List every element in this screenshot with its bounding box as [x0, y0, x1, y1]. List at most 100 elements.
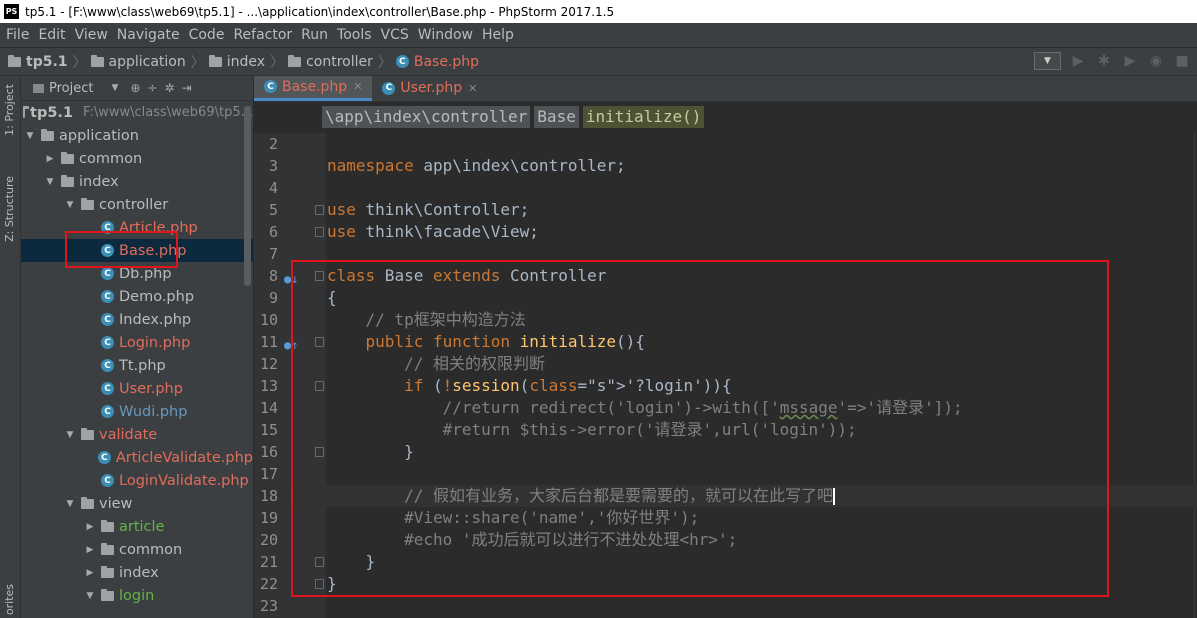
tree-folder[interactable]: ▼ application	[21, 124, 253, 147]
code-line[interactable]: 3 namespace app\index\controller;	[254, 155, 1197, 177]
chevron-right-icon[interactable]: ▶	[45, 154, 55, 164]
close-icon[interactable]: ✕	[468, 82, 477, 95]
chevron-down-icon[interactable]: ▼	[65, 200, 75, 210]
php-class-icon: C	[101, 313, 114, 326]
sync-icon[interactable]: ⊕	[130, 81, 140, 95]
tree-folder[interactable]: ▼ index	[21, 170, 253, 193]
breadcrumb-class[interactable]: Base	[534, 106, 579, 128]
nav-crumb-base-php[interactable]: C Base.php	[395, 54, 479, 70]
line-number: 7	[268, 245, 278, 263]
chevron-down-icon[interactable]: ▼	[45, 177, 55, 187]
chevron-down-icon[interactable]: ▼	[65, 430, 75, 440]
breadcrumb-method[interactable]: initialize()	[582, 106, 705, 128]
tree-file[interactable]: C LoginValidate.php	[21, 469, 253, 492]
hide-icon[interactable]: ⇥	[182, 81, 192, 95]
fold-marker-icon[interactable]	[315, 205, 324, 215]
tree-folder[interactable]: ▼ validate	[21, 423, 253, 446]
highlight-box	[65, 231, 178, 268]
tree-item-label: validate	[99, 426, 158, 443]
tree-item-label: login	[119, 587, 155, 604]
tab-base-php[interactable]: C Base.php ✕	[254, 76, 373, 101]
tree-folder[interactable]: ▼ view	[21, 492, 253, 515]
chevron-down-icon[interactable]: ▼	[65, 499, 75, 509]
project-panel-header: Project ▼ ⊕ ÷ ✲ ⇥	[21, 76, 253, 101]
menu-view[interactable]: View	[71, 23, 112, 47]
favorites-tool-tab[interactable]: orites	[3, 584, 16, 615]
coverage-icon[interactable]: ▶	[1121, 53, 1139, 69]
tree-folder[interactable]: ▼ login	[21, 584, 253, 607]
project-view-selector[interactable]: Project	[49, 81, 93, 96]
code-line[interactable]: 23	[254, 595, 1197, 617]
tree-folder[interactable]: ▶ index	[21, 561, 253, 584]
folder-icon	[101, 588, 114, 601]
nav-crumb-controller[interactable]: controller 〉	[288, 52, 392, 72]
menu-navigate[interactable]: Navigate	[113, 23, 184, 47]
menu-file[interactable]: File	[2, 23, 33, 47]
stop-icon[interactable]: ■	[1173, 53, 1191, 69]
close-icon[interactable]: ✕	[353, 80, 362, 93]
chevron-down-icon[interactable]: ▼	[85, 591, 95, 601]
chevron-right-icon: 〉	[270, 54, 285, 71]
tree-file[interactable]: C Demo.php	[21, 285, 253, 308]
folder-icon	[8, 54, 21, 67]
tree-file[interactable]: C Index.php	[21, 308, 253, 331]
tree-item-label: Wudi.php	[119, 403, 188, 420]
tree-folder[interactable]: ▼ controller	[21, 193, 253, 216]
structure-tool-tab[interactable]: Z: Structure	[3, 176, 16, 242]
line-number: 4	[268, 179, 278, 197]
menu-edit[interactable]: Edit	[34, 23, 69, 47]
gear-icon[interactable]: ✲	[165, 81, 175, 95]
collapse-icon[interactable]: ÷	[147, 81, 157, 95]
menu-code[interactable]: Code	[185, 23, 229, 47]
tree-folder[interactable]: ▶ common	[21, 147, 253, 170]
menu-window[interactable]: Window	[414, 23, 477, 47]
php-class-icon: C	[101, 359, 114, 372]
project-scrollbar[interactable]	[244, 106, 251, 286]
tree-file[interactable]: C User.php	[21, 377, 253, 400]
chevron-right-icon[interactable]: ▶	[85, 568, 95, 578]
window-title-bar: PS tp5.1 - [F:\www\class\web69\tp5.1] - …	[0, 0, 1197, 23]
tree-file[interactable]: C Login.php	[21, 331, 253, 354]
tree-root-path: F:\www\class\web69\tp5.1	[83, 105, 253, 120]
tab-user-php[interactable]: C User.php ✕	[372, 76, 487, 101]
tree-file[interactable]: C ArticleValidate.php	[21, 446, 253, 469]
tree-file[interactable]: C Tt.php	[21, 354, 253, 377]
folder-icon	[23, 105, 30, 118]
project-tool-tab[interactable]: 1: Project	[3, 84, 16, 136]
code-line[interactable]: 2	[254, 133, 1197, 155]
menu-help[interactable]: Help	[478, 23, 518, 47]
menu-refactor[interactable]: Refactor	[229, 23, 296, 47]
menu-vcs[interactable]: VCS	[377, 23, 413, 47]
chevron-down-icon[interactable]: ▼	[111, 83, 118, 93]
line-number: 17	[259, 465, 278, 483]
nav-crumb-tp5[interactable]: tp5.1 〉	[8, 52, 87, 72]
run-toolbar: ▼ ▶ ✱ ▶ ◉ ■	[1034, 52, 1191, 70]
run-icon[interactable]: ▶	[1069, 53, 1087, 69]
code-line[interactable]: 5 use think\Controller;	[254, 199, 1197, 221]
line-number: 8	[268, 267, 278, 285]
profile-icon[interactable]: ◉	[1147, 53, 1165, 69]
chevron-right-icon[interactable]: ▶	[85, 545, 95, 555]
run-config-dropdown[interactable]: ▼	[1034, 52, 1061, 70]
tab-label: Base.php	[282, 78, 348, 95]
nav-crumb-application[interactable]: application 〉	[90, 52, 205, 72]
tree-folder[interactable]: ▶ common	[21, 538, 253, 561]
tree-folder[interactable]: ▶ article	[21, 515, 253, 538]
code-line[interactable]: 6 use think\facade\View;	[254, 221, 1197, 243]
tree-root[interactable]: tp5.1 F:\www\class\web69\tp5.1	[21, 101, 253, 124]
code-line[interactable]: 4	[254, 177, 1197, 199]
chevron-down-icon[interactable]: ▼	[25, 131, 35, 141]
line-number: 6	[268, 223, 278, 241]
nav-crumb-index[interactable]: index 〉	[208, 52, 285, 72]
code-editor: C Base.php ✕ C User.php ✕ \app\index\con…	[254, 76, 1197, 618]
chevron-right-icon[interactable]: ▶	[85, 522, 95, 532]
debug-icon[interactable]: ✱	[1095, 53, 1113, 69]
menu-run[interactable]: Run	[297, 23, 332, 47]
line-number: 16	[259, 443, 278, 461]
fold-marker-icon[interactable]	[315, 227, 324, 237]
menu-tools[interactable]: Tools	[333, 23, 376, 47]
tree-file[interactable]: C Wudi.php	[21, 400, 253, 423]
folder-icon	[41, 128, 54, 141]
phpstorm-logo-icon: PS	[4, 4, 19, 19]
breadcrumb-namespace[interactable]: \app\index\controller	[322, 106, 531, 128]
